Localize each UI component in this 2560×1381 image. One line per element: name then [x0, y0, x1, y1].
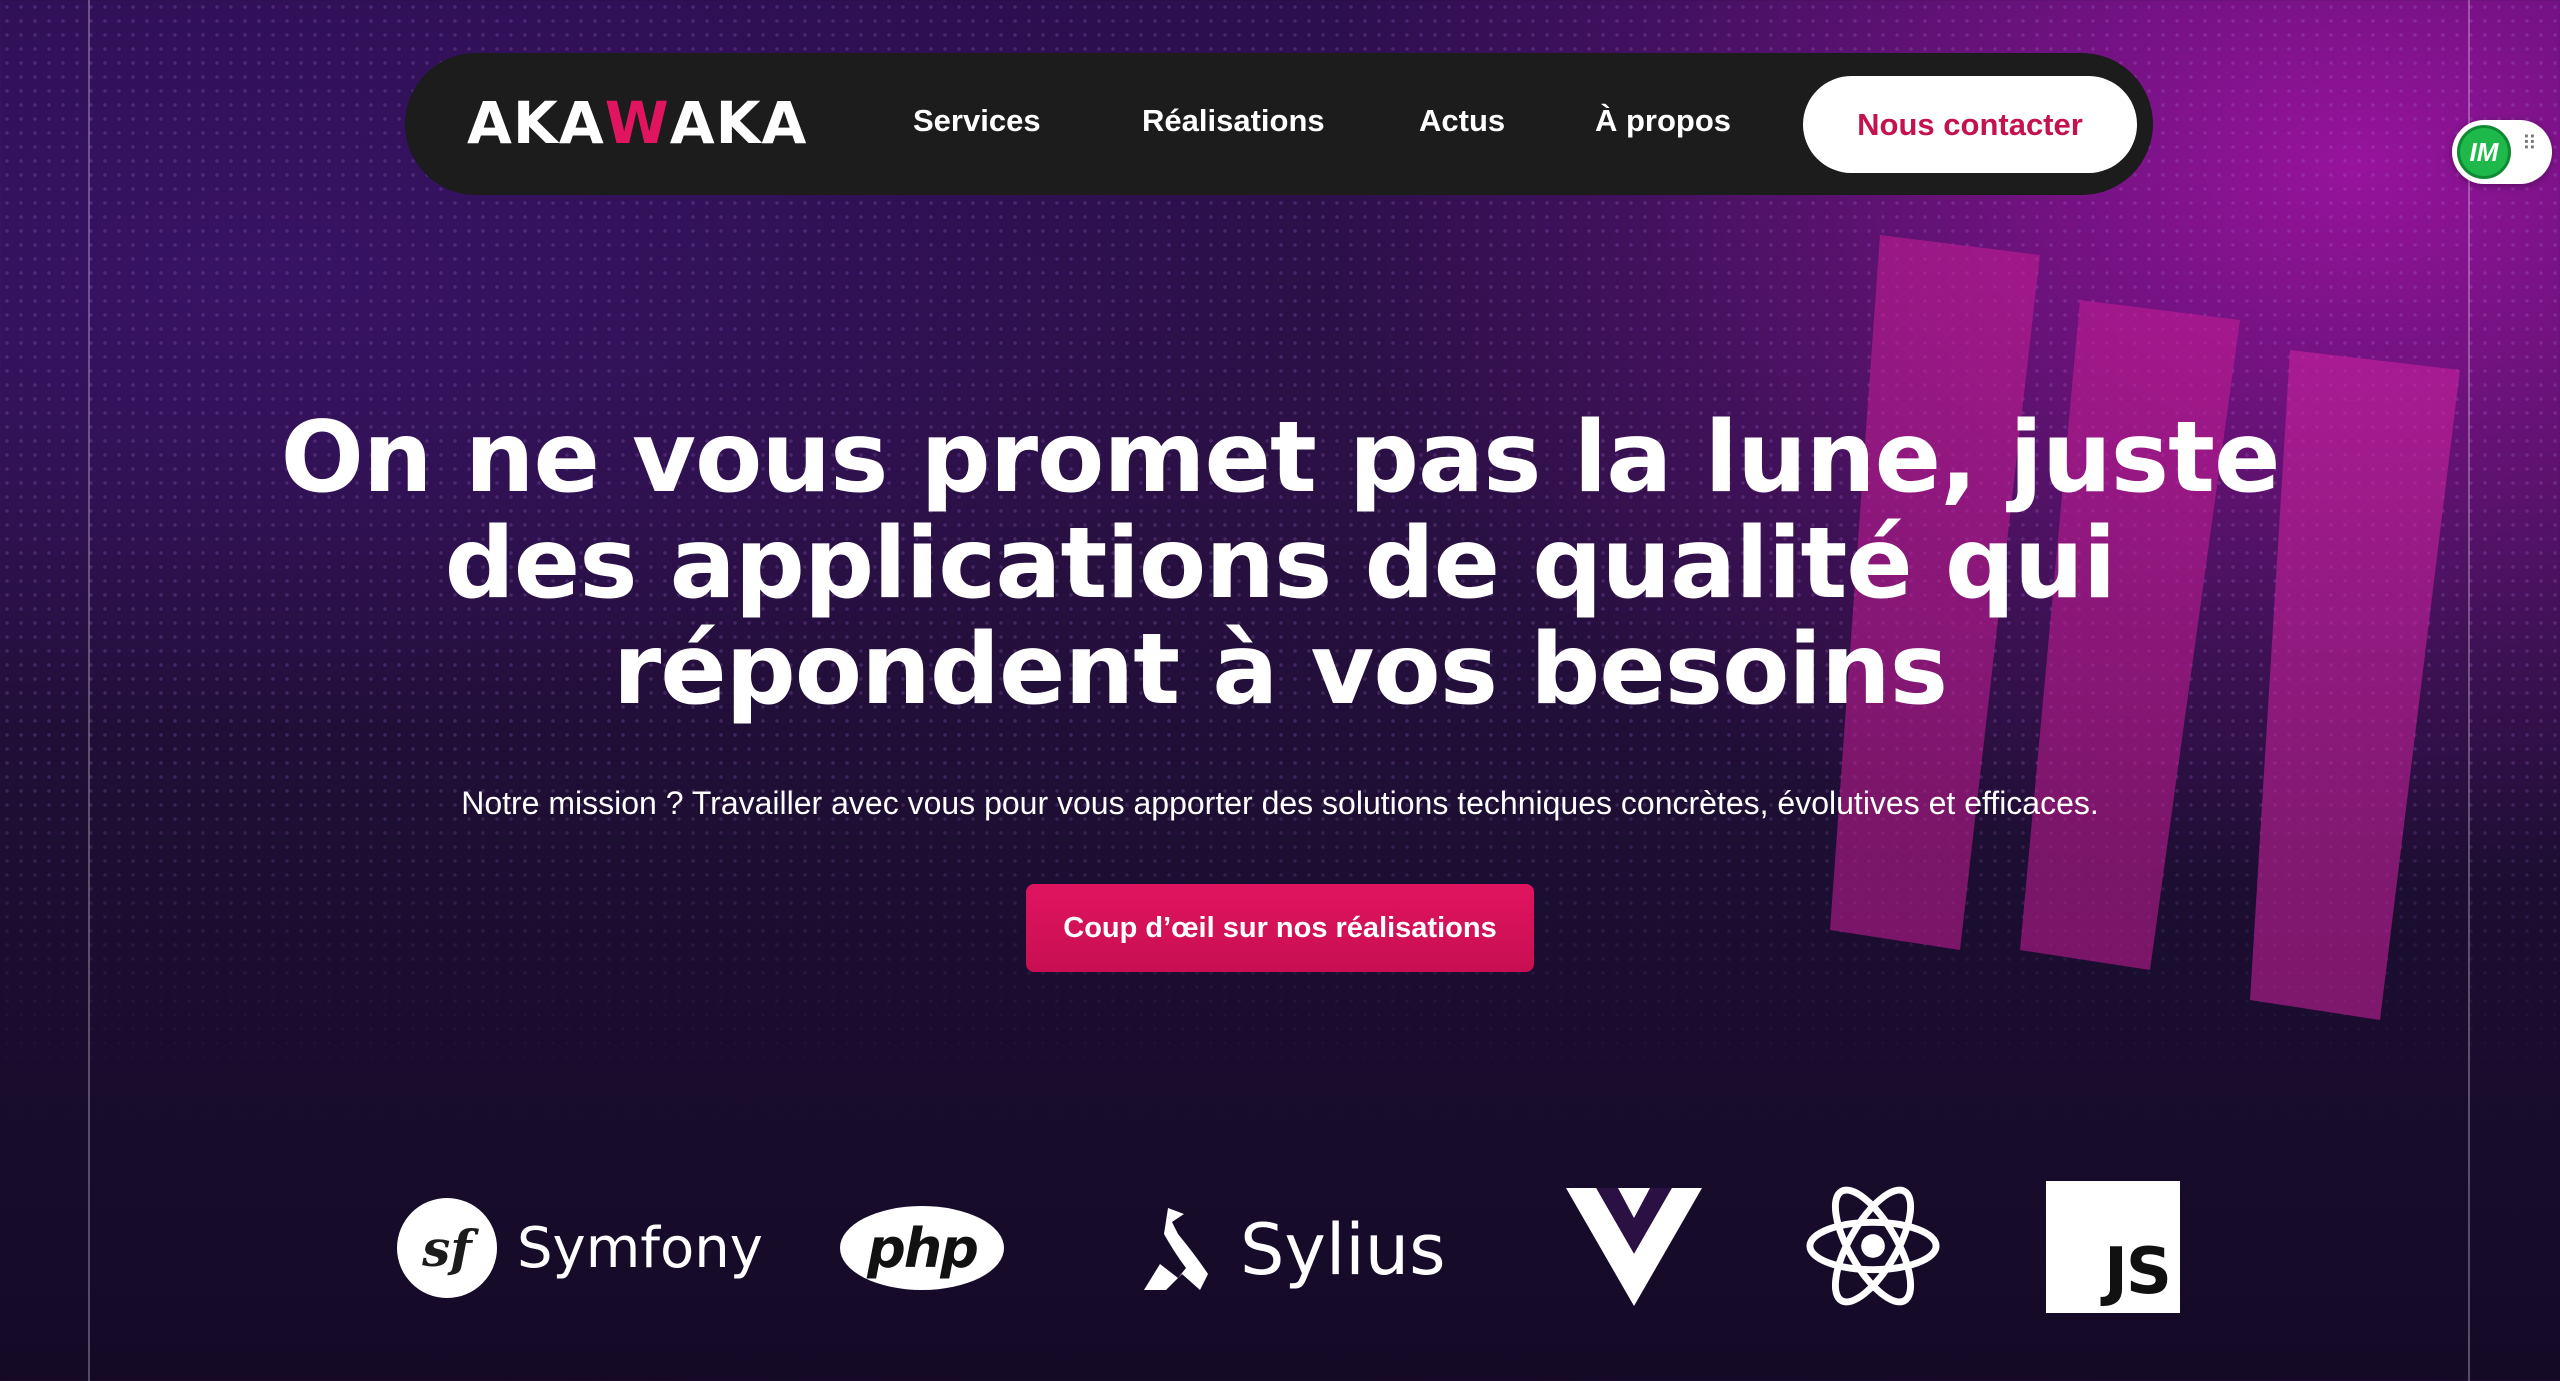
- nav-link-realisations[interactable]: Réalisations: [1142, 103, 1325, 139]
- vue-icon: [1566, 1188, 1702, 1306]
- extension-badge-icon[interactable]: IM: [2457, 125, 2511, 179]
- sylius-label: Sylius: [1240, 1209, 1446, 1291]
- drag-handle-icon[interactable]: ⠿: [2522, 133, 2542, 166]
- javascript-icon: JS: [2046, 1181, 2180, 1313]
- nav-link-services[interactable]: Services: [913, 103, 1041, 139]
- logo-text-suffix: AKA: [669, 89, 808, 157]
- top-navbar: AKA W AKA Services Réalisations Actus À pr…: [405, 53, 2153, 195]
- logo-text-prefix: AKA: [467, 89, 605, 157]
- php-icon: php: [840, 1206, 1004, 1290]
- akawaka-logo[interactable]: AKA W AKA: [467, 89, 806, 157]
- symfony-icon: sf: [397, 1198, 497, 1298]
- symfony-logo: sf Symfony: [397, 1198, 763, 1298]
- page-border-left: [88, 0, 90, 1381]
- logo-text-accent: W: [604, 89, 670, 157]
- hero-subtitle: Notre mission ? Travailler avec vous pou…: [461, 785, 2099, 821]
- hero-title: On ne vous promet pas la lune, juste des…: [280, 401, 2281, 727]
- symfony-label: Symfony: [517, 1215, 763, 1281]
- nav-link-a-propos[interactable]: À propos: [1595, 103, 1731, 139]
- javascript-label: JS: [2104, 1235, 2172, 1309]
- contact-button[interactable]: Nous contacter: [1803, 76, 2137, 173]
- nav-link-actus[interactable]: Actus: [1419, 103, 1505, 139]
- sylius-logo: Sylius: [1138, 1200, 1446, 1300]
- browser-extension-widget[interactable]: IM ⠿: [2452, 120, 2552, 184]
- sylius-icon: [1144, 1208, 1208, 1290]
- react-icon: [1806, 1186, 1940, 1306]
- view-realisations-button[interactable]: Coup d’œil sur nos réalisations: [1026, 884, 1534, 972]
- php-logo: php: [840, 1206, 1004, 1290]
